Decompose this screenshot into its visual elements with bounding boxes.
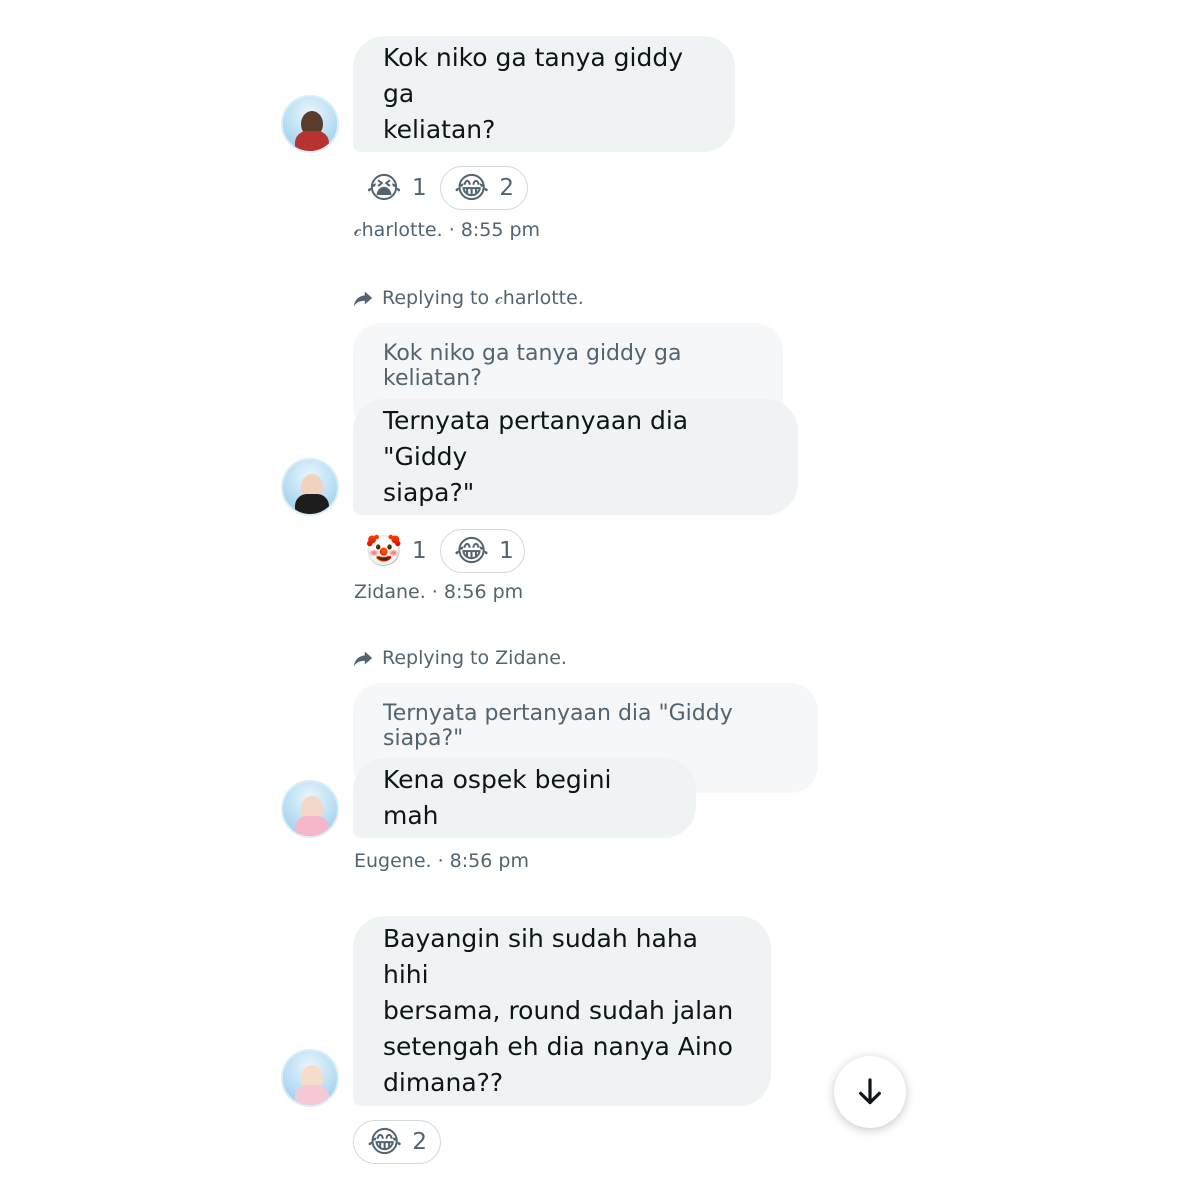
message-bubble[interactable]: Kok niko ga tanya giddy ga keliatan? — [353, 36, 735, 152]
message-line: bersama, round sudah jalan — [383, 996, 734, 1025]
message-meta: Eugene. · 8:56 pm — [354, 850, 529, 872]
avatar-body — [295, 494, 329, 514]
reply-hint-text: Replying to 𝒸harlotte. — [382, 287, 584, 309]
avatar-body — [295, 816, 329, 836]
message-bubble[interactable]: Ternyata pertanyaan dia "Giddy siapa?" — [353, 399, 798, 515]
reaction-sob[interactable]: 😭 1 — [366, 166, 427, 210]
message-line: keliatan? — [383, 115, 496, 144]
arrow-down-icon — [859, 1078, 881, 1105]
reaction-joy[interactable]: 😂 1 — [440, 529, 525, 573]
avatar-body — [295, 131, 329, 151]
message-bubble[interactable]: Bayangin sih sudah haha hihi bersama, ro… — [353, 916, 771, 1106]
message-line: Bayangin sih sudah haha hihi — [383, 924, 698, 989]
avatar-body — [295, 1085, 329, 1105]
avatar-zidane[interactable] — [281, 458, 339, 516]
message-line: Kok niko ga tanya giddy ga — [383, 43, 683, 108]
reply-arrow-icon — [353, 291, 373, 307]
reaction-count: 1 — [412, 538, 427, 564]
scroll-to-bottom-button[interactable] — [834, 1056, 906, 1128]
clown-emoji-icon: 🤡 — [365, 533, 403, 569]
quoted-text: Kok niko ga tanya giddy ga keliatan? — [383, 341, 682, 391]
reaction-clown[interactable]: 🤡 1 — [365, 529, 427, 573]
reaction-count: 2 — [412, 1129, 427, 1155]
message-meta: Zidane. · 8:56 pm — [354, 581, 524, 603]
reaction-count: 2 — [499, 175, 514, 201]
message-bubble[interactable]: Kena ospek begini mah — [353, 758, 696, 838]
reply-arrow-icon — [353, 651, 373, 667]
message-line: dimana?? — [383, 1068, 504, 1097]
message-line: Ternyata pertanyaan dia "Giddy — [383, 406, 689, 471]
reaction-joy[interactable]: 😂 2 — [440, 166, 528, 210]
joy-emoji-icon: 😂 — [454, 533, 490, 569]
message-meta: 𝒸harlotte. · 8:55 pm — [354, 219, 541, 241]
avatar-charlotte[interactable] — [281, 95, 339, 153]
avatar-user[interactable] — [281, 1049, 339, 1107]
avatar-eugene[interactable] — [281, 780, 339, 838]
reply-hint-text: Replying to Zidane. — [382, 647, 567, 669]
joy-emoji-icon: 😂 — [367, 1124, 403, 1160]
reply-hint[interactable]: Replying to 𝒸harlotte. — [352, 287, 584, 309]
reaction-joy[interactable]: 😂 2 — [353, 1120, 441, 1164]
reply-hint[interactable]: Replying to Zidane. — [352, 647, 567, 669]
reaction-count: 1 — [412, 175, 427, 201]
joy-emoji-icon: 😂 — [454, 170, 490, 206]
message-line: setengah eh dia nanya Aino — [383, 1032, 733, 1061]
reaction-count: 1 — [499, 538, 514, 564]
message-line: Kena ospek begini mah — [383, 765, 612, 830]
message-line: siapa?" — [383, 478, 475, 507]
sob-emoji-icon: 😭 — [366, 170, 402, 206]
quoted-text: Ternyata pertanyaan dia "Giddy siapa?" — [383, 701, 733, 751]
